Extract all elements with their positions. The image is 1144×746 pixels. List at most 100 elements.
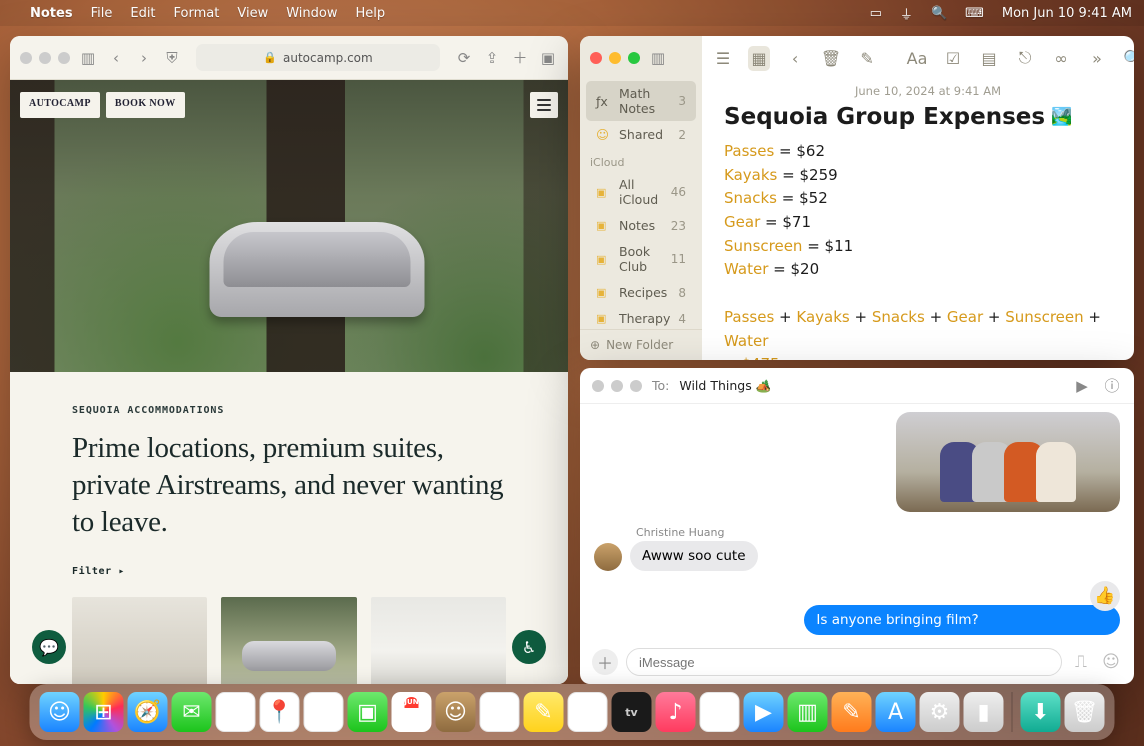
- menu-help[interactable]: Help: [355, 6, 385, 21]
- dock-notes[interactable]: ✎: [524, 692, 564, 732]
- checklist-icon[interactable]: ☑: [942, 49, 964, 68]
- link-icon[interactable]: ∞: [1050, 49, 1072, 68]
- dock-calendar[interactable]: JUN10: [392, 692, 432, 732]
- dock-trash[interactable]: 🗑: [1065, 692, 1105, 732]
- app-menu[interactable]: Notes: [30, 6, 73, 21]
- chat-bubble-icon[interactable]: 💬: [32, 630, 66, 664]
- delete-icon[interactable]: 🗑: [820, 49, 842, 68]
- tapback-reaction[interactable]: 👍: [1090, 581, 1120, 611]
- dock-messages[interactable]: ✉: [172, 692, 212, 732]
- info-icon[interactable]: ⓘ: [1102, 375, 1122, 396]
- gallery-card[interactable]: [72, 597, 207, 684]
- dock-settings[interactable]: ⚙: [920, 692, 960, 732]
- note-content[interactable]: June 10, 2024 at 9:41 AM Sequoia Group E…: [702, 80, 1134, 360]
- sidebar-icon[interactable]: ▥: [78, 49, 98, 67]
- close-button[interactable]: [592, 380, 604, 392]
- back-icon[interactable]: ‹: [784, 49, 806, 68]
- privacy-icon[interactable]: ⛨: [162, 49, 182, 67]
- sidebar-item[interactable]: ▣Notes23: [586, 213, 696, 238]
- gallery-card[interactable]: [221, 597, 356, 684]
- sidebar-item-shared[interactable]: ☺ Shared 2: [586, 122, 696, 147]
- menu-edit[interactable]: Edit: [130, 6, 155, 21]
- more-icon[interactable]: »: [1086, 49, 1108, 68]
- media-icon[interactable]: ⎋: [1014, 48, 1036, 68]
- apps-button[interactable]: ＋: [592, 649, 618, 675]
- tabs-icon[interactable]: ▣: [538, 49, 558, 67]
- dock-launchpad[interactable]: ⊞: [84, 692, 124, 732]
- share-icon[interactable]: ⇪: [482, 49, 502, 67]
- emoji-icon[interactable]: ☺: [1100, 652, 1122, 672]
- message-bubble[interactable]: Awww soo cute: [630, 541, 758, 571]
- clock[interactable]: Mon Jun 10 9:41 AM: [1002, 6, 1132, 21]
- filter-link[interactable]: Filter ▸: [72, 567, 506, 577]
- menu-view[interactable]: View: [237, 6, 268, 21]
- gallery-card[interactable]: [371, 597, 506, 684]
- zoom-button[interactable]: [628, 52, 640, 64]
- new-tab-icon[interactable]: ＋: [510, 47, 530, 68]
- gallery-view-icon[interactable]: ▦: [748, 46, 770, 71]
- compose-icon[interactable]: ✎: [856, 49, 878, 68]
- address-bar[interactable]: 🔒 autocamp.com: [196, 44, 440, 71]
- hamburger-button[interactable]: [530, 92, 558, 118]
- dock-iphone-mirror[interactable]: ▮: [964, 692, 1004, 732]
- audio-icon[interactable]: ⎍: [1070, 652, 1092, 672]
- menu-file[interactable]: File: [91, 6, 113, 21]
- dock-news[interactable]: N: [700, 692, 740, 732]
- message-input[interactable]: [626, 648, 1062, 676]
- close-button[interactable]: [20, 52, 32, 64]
- list-view-icon[interactable]: ☰: [712, 49, 734, 68]
- site-logo[interactable]: AUTOCAMP: [20, 92, 100, 118]
- dock-maps[interactable]: 📍: [260, 692, 300, 732]
- accessibility-icon[interactable]: ♿: [512, 630, 546, 664]
- dock-keynote[interactable]: ▶: [744, 692, 784, 732]
- photo-message[interactable]: [896, 412, 1120, 512]
- new-folder-button[interactable]: ⊕ New Folder: [580, 329, 702, 360]
- sidebar-item-math-notes[interactable]: ƒx Math Notes 3: [586, 81, 696, 121]
- dock-appstore[interactable]: A: [876, 692, 916, 732]
- format-icon[interactable]: Aa: [906, 49, 928, 68]
- safari-window: ▥ ‹ › ⛨ 🔒 autocamp.com ⟳ ⇪ ＋ ▣ AUTOCAMP …: [10, 36, 568, 684]
- sidebar-item[interactable]: ▣Therapy4: [586, 306, 696, 329]
- dock-pages[interactable]: ✎: [832, 692, 872, 732]
- battery-icon[interactable]: ▭: [870, 6, 882, 21]
- conversation[interactable]: Christine Huang Awww soo cute 👍 Is anyon…: [580, 404, 1134, 640]
- dock-downloads[interactable]: ⬇: [1021, 692, 1061, 732]
- wifi-icon[interactable]: ⏚: [900, 4, 913, 23]
- book-now-button[interactable]: BOOK NOW: [106, 92, 185, 118]
- sidebar-item[interactable]: ▣All iCloud46: [586, 172, 696, 212]
- dock-facetime[interactable]: ▣: [348, 692, 388, 732]
- dock-tv[interactable]: tv: [612, 692, 652, 732]
- dock-music[interactable]: ♪: [656, 692, 696, 732]
- dock-freeform[interactable]: 〰: [568, 692, 608, 732]
- close-button[interactable]: [590, 52, 602, 64]
- dock-contacts[interactable]: ☺: [436, 692, 476, 732]
- dock-numbers[interactable]: ▥: [788, 692, 828, 732]
- sidebar-item[interactable]: ▣Book Club11: [586, 239, 696, 279]
- minimize-button[interactable]: [39, 52, 51, 64]
- forward-icon[interactable]: ›: [134, 49, 154, 67]
- sidebar-toggle-icon[interactable]: ▥: [648, 49, 668, 67]
- recipient[interactable]: Wild Things 🏕️: [679, 378, 771, 394]
- back-icon[interactable]: ‹: [106, 49, 126, 67]
- spotlight-icon[interactable]: 🔍: [931, 6, 947, 21]
- minimize-button[interactable]: [611, 380, 623, 392]
- message-bubble-out[interactable]: Is anyone bringing film?: [804, 605, 1120, 635]
- menu-window[interactable]: Window: [286, 6, 337, 21]
- facetime-icon[interactable]: ▶: [1072, 377, 1092, 395]
- avatar[interactable]: [594, 543, 622, 571]
- menu-format[interactable]: Format: [174, 6, 220, 21]
- control-center-icon[interactable]: ⌨: [965, 6, 984, 21]
- dock-reminders[interactable]: ≣: [480, 692, 520, 732]
- dock-safari[interactable]: 🧭: [128, 692, 168, 732]
- sidebar-item[interactable]: ▣Recipes8: [586, 280, 696, 305]
- table-icon[interactable]: ▤: [978, 49, 1000, 68]
- zoom-button[interactable]: [630, 380, 642, 392]
- dock-photos[interactable]: ✿: [304, 692, 344, 732]
- dock: ☺⊞🧭✉✉📍✿▣JUN10☺≣✎〰tv♪N▶▥✎A⚙▮⬇🗑: [30, 684, 1115, 740]
- dock-finder[interactable]: ☺: [40, 692, 80, 732]
- minimize-button[interactable]: [609, 52, 621, 64]
- reload-icon[interactable]: ⟳: [454, 49, 474, 67]
- search-icon[interactable]: 🔍: [1122, 49, 1134, 68]
- dock-mail[interactable]: ✉: [216, 692, 256, 732]
- zoom-button[interactable]: [58, 52, 70, 64]
